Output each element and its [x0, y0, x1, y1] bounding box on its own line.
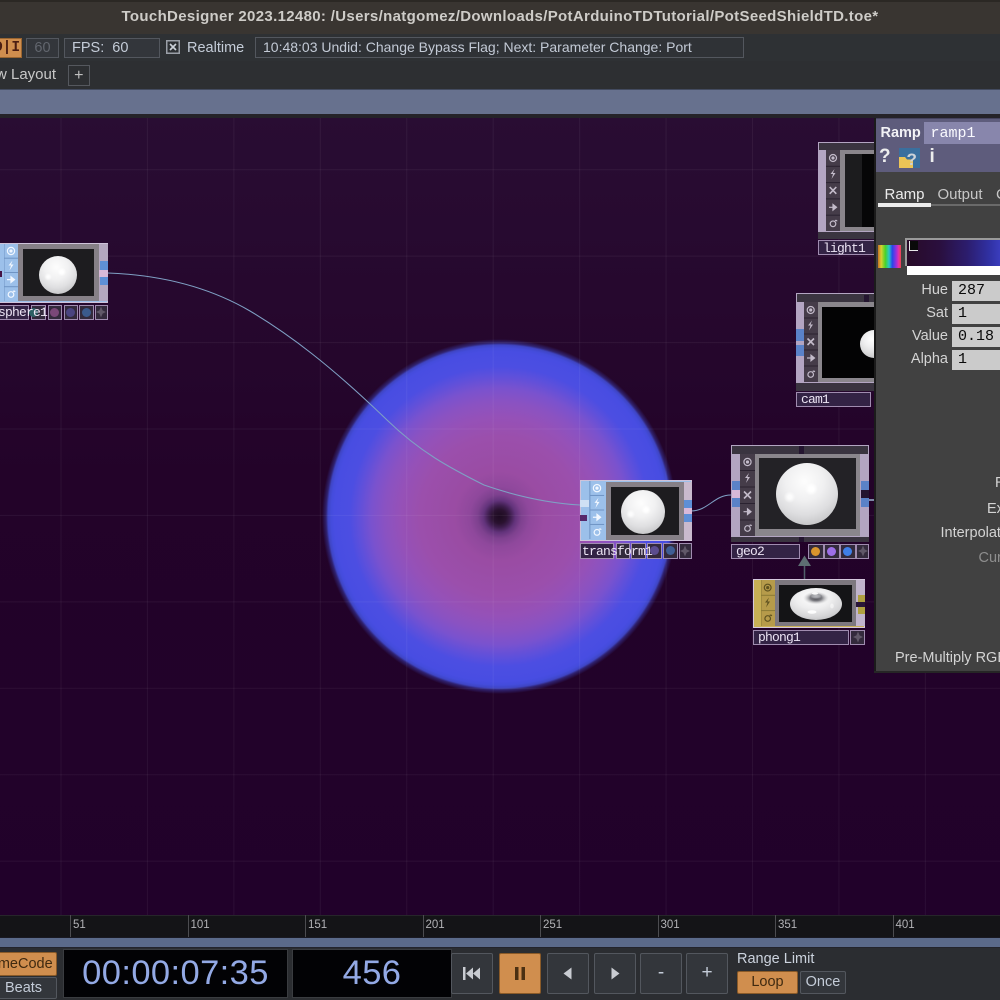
svg-text:?: ? [906, 150, 916, 169]
